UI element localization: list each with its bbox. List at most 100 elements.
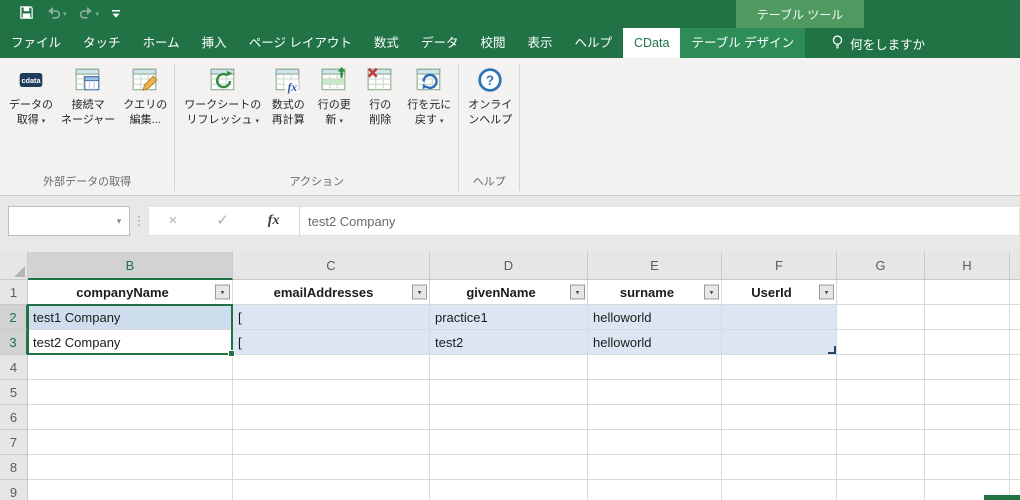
grid-cell[interactable] — [233, 380, 430, 405]
table-data-cell[interactable] — [722, 305, 837, 330]
cancel-button[interactable]: × — [168, 206, 177, 236]
formula-input[interactable]: test2 Company — [300, 206, 1020, 236]
enter-button[interactable]: ✓ — [216, 206, 229, 236]
redo-button[interactable]: ▾ — [73, 2, 106, 26]
grid-cell[interactable] — [837, 355, 925, 380]
grid-cell[interactable] — [588, 355, 722, 380]
grid-cell[interactable] — [925, 430, 1010, 455]
grid-cell[interactable] — [588, 405, 722, 430]
filter-dropdown-button[interactable]: ▾ — [215, 285, 230, 300]
grid-cell[interactable] — [28, 480, 233, 500]
grid-cell[interactable] — [430, 380, 588, 405]
grid-cell[interactable] — [925, 355, 1010, 380]
grid-cell[interactable] — [1010, 305, 1020, 330]
grid-cell[interactable] — [430, 430, 588, 455]
table-header-cell[interactable]: emailAddresses▾ — [233, 280, 430, 305]
update-row-button[interactable]: 行の更新▾ — [311, 61, 357, 131]
grid-cell[interactable] — [1010, 380, 1020, 405]
grid-cell[interactable] — [1010, 280, 1020, 305]
table-data-cell[interactable]: test1 Company — [28, 305, 233, 330]
online-help-button[interactable]: ?オンラインヘルプ — [464, 61, 516, 130]
table-data-cell[interactable] — [722, 330, 837, 355]
grid-cell[interactable] — [1010, 405, 1020, 430]
grid-cell[interactable] — [233, 455, 430, 480]
ribbon-tab[interactable]: 挿入 — [191, 28, 238, 58]
grid-cell[interactable] — [722, 380, 837, 405]
grid-cell[interactable] — [837, 405, 925, 430]
ribbon-tab[interactable]: 校閲 — [469, 28, 516, 58]
ribbon-tab[interactable]: ページ レイアウト — [238, 28, 363, 58]
row-header-8[interactable]: 8 — [0, 455, 28, 480]
grid-cell[interactable] — [233, 430, 430, 455]
tell-me[interactable]: 何をしますか — [819, 28, 937, 58]
save-button[interactable] — [13, 2, 40, 26]
grid-cell[interactable] — [28, 405, 233, 430]
row-header-3[interactable]: 3 — [0, 330, 28, 355]
grid-cell[interactable] — [837, 380, 925, 405]
grid-cell[interactable] — [837, 430, 925, 455]
filter-dropdown-button[interactable]: ▾ — [704, 285, 719, 300]
grid-cell[interactable] — [1010, 430, 1020, 455]
ribbon-tab[interactable]: データ — [410, 28, 470, 58]
undo-button[interactable]: ▾ — [40, 2, 73, 26]
grid-cell[interactable] — [925, 405, 1010, 430]
grid-cell[interactable] — [430, 480, 588, 500]
column-header-f[interactable]: F — [722, 252, 837, 280]
connection-manager-button[interactable]: 接続マネージャー — [57, 61, 119, 130]
grid-cell[interactable] — [233, 355, 430, 380]
table-data-cell[interactable]: test2 — [430, 330, 588, 355]
fill-handle[interactable] — [228, 350, 235, 357]
column-header-h[interactable]: H — [925, 252, 1010, 280]
grid-cell[interactable] — [837, 305, 925, 330]
tab-table-design[interactable]: テーブル デザイン — [680, 28, 805, 58]
ribbon-tab[interactable]: 表示 — [516, 28, 563, 58]
grid-cell[interactable] — [722, 455, 837, 480]
insert-function-button[interactable]: fx — [268, 206, 280, 236]
name-box[interactable]: ▾ — [8, 206, 130, 236]
grid-cell[interactable] — [837, 280, 925, 305]
row-header-7[interactable]: 7 — [0, 430, 28, 455]
grid-cell[interactable] — [722, 480, 837, 500]
grid-cell[interactable] — [588, 430, 722, 455]
grid-cell[interactable] — [430, 355, 588, 380]
column-header-e[interactable]: E — [588, 252, 722, 280]
row-header-4[interactable]: 4 — [0, 355, 28, 380]
ribbon-tab[interactable]: ホーム — [132, 28, 191, 58]
grid-cell[interactable] — [588, 480, 722, 500]
table-data-cell[interactable]: helloworld — [588, 330, 722, 355]
revert-row-button[interactable]: 行を元に戻す▾ — [403, 61, 455, 131]
grid-cell[interactable] — [1010, 330, 1020, 355]
grid-cell[interactable] — [837, 330, 925, 355]
grid-cell[interactable] — [722, 405, 837, 430]
edit-query-button[interactable]: クエリの編集... — [119, 61, 171, 130]
filter-dropdown-button[interactable]: ▾ — [412, 285, 427, 300]
delete-row-button[interactable]: 行の削除 — [357, 61, 403, 130]
ribbon-tab[interactable]: ファイル — [0, 28, 72, 58]
table-data-cell[interactable]: practice1 — [430, 305, 588, 330]
cdata-logo-button[interactable]: cdataデータの取得▾ — [5, 61, 57, 131]
filter-dropdown-button[interactable]: ▾ — [819, 285, 834, 300]
ribbon-tab[interactable]: 数式 — [363, 28, 410, 58]
table-data-cell[interactable]: [ — [233, 305, 430, 330]
grid-cell[interactable] — [722, 355, 837, 380]
grid-cell[interactable] — [28, 355, 233, 380]
select-all-button[interactable] — [0, 252, 28, 280]
grid-cell[interactable] — [233, 480, 430, 500]
formula-bar-resize-handle[interactable]: ⋮ — [130, 206, 148, 236]
refresh-worksheet-button[interactable]: ワークシートのリフレッシュ▾ — [180, 61, 265, 131]
column-header-partial[interactable] — [1010, 252, 1020, 280]
row-header-9[interactable]: 9 — [0, 480, 28, 500]
grid-cell[interactable] — [430, 455, 588, 480]
table-data-cell[interactable]: [ — [233, 330, 430, 355]
ribbon-tab[interactable]: ヘルプ — [563, 28, 623, 58]
recalculate-button[interactable]: fx数式の再計算 — [265, 61, 311, 130]
row-header-5[interactable]: 5 — [0, 380, 28, 405]
customize-qat-button[interactable] — [105, 2, 127, 26]
row-header-6[interactable]: 6 — [0, 405, 28, 430]
row-header-1[interactable]: 1 — [0, 280, 28, 305]
grid-cell[interactable] — [28, 430, 233, 455]
grid-cell[interactable] — [925, 455, 1010, 480]
tab-cdata[interactable]: CData — [623, 28, 680, 58]
ribbon-tab[interactable]: タッチ — [72, 28, 132, 58]
filter-dropdown-button[interactable]: ▾ — [570, 285, 585, 300]
